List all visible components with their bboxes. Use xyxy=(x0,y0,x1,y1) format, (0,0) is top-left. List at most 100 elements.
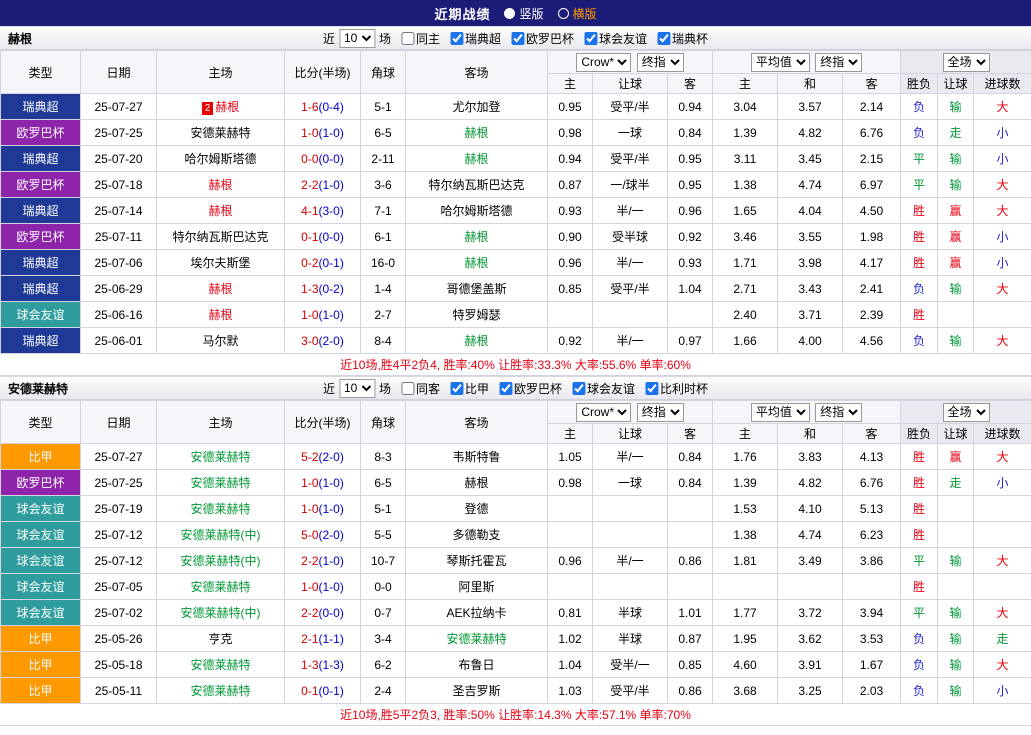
score-cell[interactable]: 1-6(0-4) xyxy=(285,94,361,120)
away-team-cell[interactable]: 布鲁日 xyxy=(406,652,548,678)
home-team-cell[interactable]: 埃尔夫斯堡 xyxy=(157,250,285,276)
final-odds-select-2[interactable]: 终指 xyxy=(815,53,862,72)
away-team-cell[interactable]: 哈尔姆斯塔德 xyxy=(406,198,548,224)
home-team-cell[interactable]: 哈尔姆斯塔德 xyxy=(157,146,285,172)
away-team-cell[interactable]: 尤尔加登 xyxy=(406,94,548,120)
score-cell[interactable]: 5-0(2-0) xyxy=(285,522,361,548)
away-team-cell[interactable]: 赫根 xyxy=(406,120,548,146)
score-cell[interactable]: 2-2(1-0) xyxy=(285,548,361,574)
home-team-cell[interactable]: 安德莱赫特 xyxy=(157,652,285,678)
home-team-cell[interactable]: 安德莱赫特 xyxy=(157,120,285,146)
home-team-cell[interactable]: 马尔默 xyxy=(157,328,285,354)
league-type-cell[interactable]: 球会友谊 xyxy=(1,600,81,626)
league-type-cell[interactable]: 比甲 xyxy=(1,678,81,704)
league-type-cell[interactable]: 比甲 xyxy=(1,626,81,652)
league-type-cell[interactable]: 球会友谊 xyxy=(1,548,81,574)
league-filter-checkbox[interactable] xyxy=(572,382,585,395)
away-team-cell[interactable]: 阿里斯 xyxy=(406,574,548,600)
league-type-cell[interactable]: 欧罗巴杯 xyxy=(1,470,81,496)
league-type-cell[interactable]: 瑞典超 xyxy=(1,146,81,172)
away-team-cell[interactable]: 安德莱赫特 xyxy=(406,626,548,652)
final-odds-select[interactable]: 终指 xyxy=(637,403,684,422)
odds-company-select[interactable]: Crow* xyxy=(576,403,631,422)
away-team-cell[interactable]: 多德勒支 xyxy=(406,522,548,548)
average-odds-select[interactable]: 平均值 xyxy=(751,403,810,422)
score-cell[interactable]: 2-1(1-1) xyxy=(285,626,361,652)
layout-option-horizontal[interactable]: 横版 xyxy=(558,5,597,22)
league-type-cell[interactable]: 球会友谊 xyxy=(1,574,81,600)
same-venue-checkbox[interactable] xyxy=(401,382,414,395)
home-team-cell[interactable]: 亨克 xyxy=(157,626,285,652)
full-match-select[interactable]: 全场 xyxy=(943,403,990,422)
home-team-cell[interactable]: 赫根 xyxy=(157,302,285,328)
away-team-cell[interactable]: 哥德堡盖斯 xyxy=(406,276,548,302)
away-team-cell[interactable]: 赫根 xyxy=(406,224,548,250)
score-cell[interactable]: 3-0(2-0) xyxy=(285,328,361,354)
league-filter-checkbox[interactable] xyxy=(584,32,597,45)
home-team-cell[interactable]: 安德莱赫特 xyxy=(157,678,285,704)
league-type-cell[interactable]: 瑞典超 xyxy=(1,94,81,120)
score-cell[interactable]: 0-1(0-1) xyxy=(285,678,361,704)
final-odds-select[interactable]: 终指 xyxy=(637,53,684,72)
same-venue-filter[interactable]: 同主 xyxy=(395,30,440,47)
home-team-cell[interactable]: 安德莱赫特 xyxy=(157,444,285,470)
score-cell[interactable]: 4-1(3-0) xyxy=(285,198,361,224)
final-odds-select-2[interactable]: 终指 xyxy=(815,403,862,422)
away-team-cell[interactable]: 登德 xyxy=(406,496,548,522)
league-filter[interactable]: 瑞典杯 xyxy=(651,30,708,47)
home-team-cell[interactable]: 安德莱赫特(中) xyxy=(157,600,285,626)
league-type-cell[interactable]: 球会友谊 xyxy=(1,522,81,548)
home-team-cell[interactable]: 赫根 xyxy=(157,276,285,302)
away-team-cell[interactable]: AEK拉纳卡 xyxy=(406,600,548,626)
league-filter-checkbox[interactable] xyxy=(450,382,463,395)
score-cell[interactable]: 1-0(1-0) xyxy=(285,470,361,496)
league-filter[interactable]: 欧罗巴杯 xyxy=(505,30,574,47)
league-filter[interactable]: 比甲 xyxy=(444,380,489,397)
league-filter[interactable]: 比利时杯 xyxy=(639,380,708,397)
average-odds-select[interactable]: 平均值 xyxy=(751,53,810,72)
home-team-cell[interactable]: 安德莱赫特(中) xyxy=(157,548,285,574)
home-team-cell[interactable]: 安德莱赫特 xyxy=(157,470,285,496)
recent-count-select[interactable]: 10 xyxy=(339,379,375,398)
score-cell[interactable]: 1-0(1-0) xyxy=(285,302,361,328)
home-team-cell[interactable]: 安德莱赫特 xyxy=(157,496,285,522)
score-cell[interactable]: 1-0(1-0) xyxy=(285,574,361,600)
league-type-cell[interactable]: 瑞典超 xyxy=(1,276,81,302)
away-team-cell[interactable]: 特尔纳瓦斯巴达克 xyxy=(406,172,548,198)
league-filter[interactable]: 球会友谊 xyxy=(566,380,635,397)
away-team-cell[interactable]: 赫根 xyxy=(406,250,548,276)
odds-company-select[interactable]: Crow* xyxy=(576,53,631,72)
league-filter[interactable]: 欧罗巴杯 xyxy=(493,380,562,397)
score-cell[interactable]: 5-2(2-0) xyxy=(285,444,361,470)
score-cell[interactable]: 1-0(1-0) xyxy=(285,120,361,146)
league-type-cell[interactable]: 欧罗巴杯 xyxy=(1,172,81,198)
layout-option-vertical[interactable]: 竖版 xyxy=(504,5,543,22)
away-team-cell[interactable]: 琴斯托霍瓦 xyxy=(406,548,548,574)
away-team-cell[interactable]: 特罗姆瑟 xyxy=(406,302,548,328)
score-cell[interactable]: 1-3(1-3) xyxy=(285,652,361,678)
away-team-cell[interactable]: 赫根 xyxy=(406,146,548,172)
away-team-cell[interactable]: 赫根 xyxy=(406,470,548,496)
home-team-cell[interactable]: 安德莱赫特 xyxy=(157,574,285,600)
league-type-cell[interactable]: 比甲 xyxy=(1,652,81,678)
full-match-select[interactable]: 全场 xyxy=(943,53,990,72)
recent-count-select[interactable]: 10 xyxy=(339,29,375,48)
score-cell[interactable]: 2-2(1-0) xyxy=(285,172,361,198)
league-filter[interactable]: 球会友谊 xyxy=(578,30,647,47)
home-team-cell[interactable]: 特尔纳瓦斯巴达克 xyxy=(157,224,285,250)
league-type-cell[interactable]: 球会友谊 xyxy=(1,302,81,328)
league-type-cell[interactable]: 瑞典超 xyxy=(1,198,81,224)
league-filter[interactable]: 瑞典超 xyxy=(444,30,501,47)
league-type-cell[interactable]: 比甲 xyxy=(1,444,81,470)
score-cell[interactable]: 2-2(0-0) xyxy=(285,600,361,626)
away-team-cell[interactable]: 圣吉罗斯 xyxy=(406,678,548,704)
score-cell[interactable]: 1-3(0-2) xyxy=(285,276,361,302)
home-team-cell[interactable]: 安德莱赫特(中) xyxy=(157,522,285,548)
home-team-cell[interactable]: 2赫根 xyxy=(157,94,285,120)
away-team-cell[interactable]: 赫根 xyxy=(406,328,548,354)
same-venue-filter[interactable]: 同客 xyxy=(395,380,440,397)
home-team-cell[interactable]: 赫根 xyxy=(157,198,285,224)
score-cell[interactable]: 0-1(0-0) xyxy=(285,224,361,250)
league-filter-checkbox[interactable] xyxy=(657,32,670,45)
same-venue-checkbox[interactable] xyxy=(401,32,414,45)
